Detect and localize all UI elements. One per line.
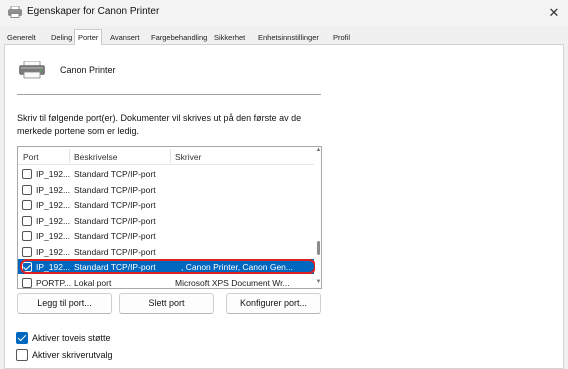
bidirectional-label: Aktiver toveis støtte	[32, 333, 111, 343]
column-divider	[69, 149, 70, 163]
window-title: Egenskaper for Canon Printer	[27, 6, 160, 17]
port-checkbox[interactable]	[22, 215, 32, 226]
port-checkbox[interactable]	[22, 200, 32, 210]
scroll-down-icon[interactable]: ▼	[315, 279, 321, 285]
port-list[interactable]: Port Beskrivelse Skriver IP_192... Stand…	[17, 146, 322, 289]
tab-enhetsinnstillinger[interactable]: Enhetsinnstillinger	[257, 31, 320, 44]
printer-name: Canon Printer	[60, 65, 116, 75]
description-cell: Standard TCP/IP-port	[74, 262, 156, 272]
description-cell: Standard TCP/IP-port	[74, 231, 156, 241]
table-row[interactable]: IP_192... Standard TCP/IP-port	[18, 228, 314, 243]
port-description: Skriv til følgende port(er). Dokumenter …	[17, 113, 302, 136]
table-row[interactable]: IP_192... Standard TCP/IP-port	[18, 213, 314, 228]
port-cell: IP_192...	[36, 246, 71, 257]
vertical-scrollbar[interactable]: ▲ ▼	[315, 147, 321, 288]
table-row[interactable]: IP_192... Standard TCP/IP-port	[18, 244, 314, 259]
printer-cell: Microsoft XPS Document Wr...	[175, 277, 290, 288]
description-cell: Standard TCP/IP-port	[74, 200, 156, 210]
pooling-checkbox[interactable]	[16, 349, 28, 361]
add-port-button[interactable]: Legg til port...	[17, 293, 112, 314]
table-row[interactable]: PORTP... Lokal port Microsoft XPS Docume…	[18, 275, 314, 289]
delete-port-button[interactable]: Slett port	[119, 293, 214, 314]
tab-porter[interactable]: Porter	[74, 29, 103, 46]
scroll-up-icon[interactable]: ▲	[315, 147, 321, 153]
close-icon[interactable]: ✕	[544, 4, 564, 22]
column-divider	[170, 149, 171, 163]
tab-profil[interactable]: Profil	[332, 31, 351, 44]
divider	[17, 94, 321, 96]
list-header: Port Beskrivelse Skriver	[18, 147, 314, 165]
scrollbar-thumb[interactable]	[317, 241, 320, 255]
bidirectional-checkbox[interactable]	[16, 332, 28, 344]
description-cell: Standard TCP/IP-port	[74, 215, 156, 226]
column-header-description[interactable]: Beskrivelse	[74, 152, 117, 162]
tab-sikkerhet[interactable]: Sikkerhet	[213, 31, 246, 44]
port-checkbox[interactable]	[22, 246, 32, 257]
table-row[interactable]: IP_192... Standard TCP/IP-port	[18, 166, 314, 181]
tab-deling[interactable]: Deling	[50, 31, 73, 44]
tab-bar: Generelt Deling Porter Avansert Fargebeh…	[4, 29, 564, 46]
port-cell: IP_192...	[36, 169, 71, 179]
port-checkbox[interactable]	[22, 262, 32, 272]
table-row[interactable]: IP_192... Standard TCP/IP-port	[18, 182, 314, 197]
port-checkbox[interactable]	[22, 184, 32, 195]
port-checkbox[interactable]	[22, 169, 32, 179]
port-cell: IP_192...	[36, 215, 71, 226]
printer-icon	[19, 61, 45, 79]
title-bar: Egenskaper for Canon Printer ✕	[0, 0, 568, 26]
port-cell: IP_192...	[36, 184, 71, 195]
description-cell: Standard TCP/IP-port	[74, 246, 156, 257]
description-cell: Standard TCP/IP-port	[74, 184, 156, 195]
configure-port-button[interactable]: Konfigurer port...	[226, 293, 321, 314]
printer-icon	[8, 6, 22, 18]
table-row-selected[interactable]: IP_192... Standard TCP/IP-port , Canon P…	[18, 259, 314, 274]
tab-generelt[interactable]: Generelt	[6, 31, 37, 44]
pooling-label: Aktiver skriverutvalg	[32, 350, 113, 360]
port-cell: IP_192...	[36, 262, 71, 272]
tab-fargebehandling[interactable]: Fargebehandling	[150, 31, 208, 44]
table-row[interactable]: IP_192... Standard TCP/IP-port	[18, 197, 314, 212]
column-header-printer[interactable]: Skriver	[175, 152, 201, 162]
ports-panel: Canon Printer Skriv til følgende port(er…	[4, 45, 564, 369]
port-cell: IP_192...	[36, 231, 71, 241]
printer-cell: , Canon Printer, Canon Gen...	[181, 262, 293, 272]
column-header-port[interactable]: Port	[23, 152, 39, 162]
tab-avansert[interactable]: Avansert	[109, 31, 140, 44]
description-cell: Lokal port	[74, 277, 112, 288]
port-checkbox[interactable]	[22, 231, 32, 241]
description-cell: Standard TCP/IP-port	[74, 169, 156, 179]
port-cell: PORTP...	[36, 277, 72, 288]
port-checkbox[interactable]	[22, 277, 32, 288]
port-cell: IP_192...	[36, 200, 71, 210]
